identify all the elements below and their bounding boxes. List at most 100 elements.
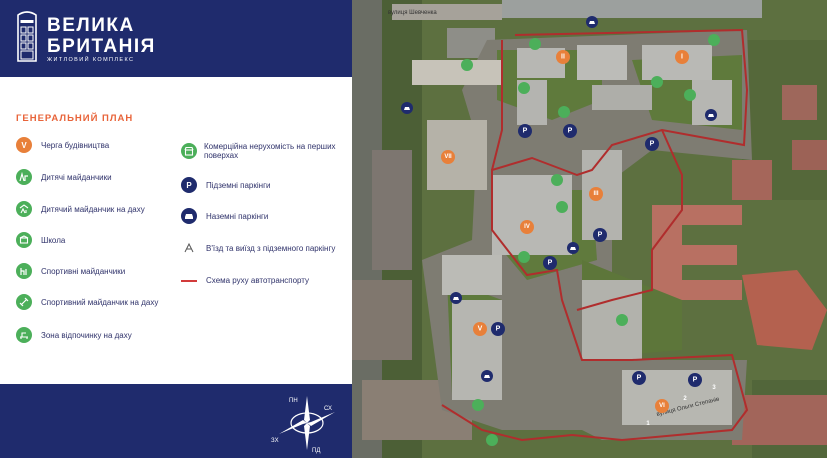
- svg-text:P: P: [548, 260, 553, 267]
- legend-label: Дитячий майданчик на даху: [41, 204, 145, 214]
- sport-marker[interactable]: [486, 434, 498, 446]
- parking-marker[interactable]: P: [563, 124, 577, 138]
- sport-marker[interactable]: [684, 89, 696, 101]
- legend-label: В'їзд та виїзд з підземного паркінгу: [206, 243, 336, 253]
- queue-marker-IV[interactable]: IV: [520, 220, 534, 234]
- legend-label: Школа: [41, 235, 66, 245]
- brand-title: ВЕЛИКА БРИТАНІЯ: [47, 15, 156, 57]
- roof-playground-icon: [16, 201, 32, 217]
- parking-marker[interactable]: P: [593, 228, 607, 242]
- brand-title-line2: БРИТАНІЯ: [47, 36, 156, 57]
- svg-text:I: I: [681, 54, 683, 61]
- compass-w: ЗХ: [271, 438, 279, 444]
- legend-label: Спортивний майданчик на даху: [41, 297, 159, 307]
- brand-header: ВЕЛИКА БРИТАНІЯ ЖИТЛОВИЙ КОМПЛЕКС: [0, 0, 352, 77]
- legend-label: Наземні паркінги: [206, 211, 269, 221]
- playground-icon: [16, 169, 32, 185]
- legend-item-sport: Спортивні майданчики: [16, 263, 125, 279]
- route-line-icon: [181, 279, 197, 282]
- street-label-top: вулиця Шевченка: [388, 10, 437, 16]
- parking-marker[interactable]: P: [543, 256, 557, 270]
- parking-marker[interactable]: P: [518, 124, 532, 138]
- legend-label: Комерційна нерухомість на перших поверха…: [204, 142, 336, 160]
- brand-title-line1: ВЕЛИКА: [47, 15, 135, 36]
- site-plan-map[interactable]: вулиця Шевченка вулиця Ольги Степанів II…: [352, 0, 827, 458]
- legend-label: Схема руху автотранспорту: [206, 276, 310, 285]
- playground-marker[interactable]: [529, 38, 541, 50]
- queue-marker-icon: V: [16, 137, 32, 153]
- queue-marker-III[interactable]: III: [589, 187, 603, 201]
- compass-rose-icon: ПН СХ ЗХ ПД: [271, 396, 335, 454]
- sport-icon: [16, 263, 32, 279]
- sport-marker[interactable]: [556, 201, 568, 213]
- queue-marker-VI[interactable]: VI: [655, 399, 669, 413]
- legend-label: Спортивні майданчики: [41, 266, 126, 276]
- playground-marker[interactable]: [708, 34, 720, 46]
- legend-title: ГЕНЕРАЛЬНИЙ ПЛАН: [16, 113, 134, 124]
- car-icon: [181, 208, 197, 224]
- svg-text:V: V: [478, 326, 483, 333]
- queue-marker-II[interactable]: II: [556, 50, 570, 64]
- car-marker[interactable]: [567, 242, 579, 254]
- roof-sport-icon: [16, 294, 32, 310]
- legend-label: Дитячі майданчики: [41, 172, 112, 182]
- brand-subtitle: ЖИТЛОВИЙ КОМПЛЕКС: [47, 57, 135, 63]
- legend-label: Зона відпочинку на даху: [41, 330, 132, 340]
- school-icon: [16, 232, 32, 248]
- compass-e: СХ: [324, 406, 332, 412]
- svg-text:P: P: [637, 375, 642, 382]
- legend-item-playground: Дитячі майданчики: [16, 169, 112, 185]
- phone-booth-icon: [17, 11, 37, 62]
- car-marker[interactable]: [450, 292, 462, 304]
- commercial-icon: [181, 143, 197, 159]
- legend-item-traffic-route: Схема руху автотранспорту: [181, 276, 309, 285]
- car-marker[interactable]: [586, 16, 598, 28]
- roof-rest-icon: [16, 327, 32, 343]
- svg-text:P: P: [496, 326, 501, 333]
- commercial-marker[interactable]: [616, 314, 628, 326]
- parking-marker[interactable]: P: [645, 137, 659, 151]
- svg-text:P: P: [650, 141, 655, 148]
- roof-sport-marker[interactable]: [472, 399, 484, 411]
- car-marker[interactable]: [705, 109, 717, 121]
- queue-marker-V[interactable]: V: [473, 322, 487, 336]
- playground-marker[interactable]: [651, 76, 663, 88]
- sport-marker[interactable]: [558, 106, 570, 118]
- svg-text:IV: IV: [524, 224, 530, 230]
- commercial-marker[interactable]: [518, 251, 530, 263]
- legend-item-roof-sport: Спортивний майданчик на даху: [16, 294, 158, 310]
- legend-item-school: Школа: [16, 232, 65, 248]
- compass-n: ПН: [289, 398, 298, 404]
- svg-text:II: II: [561, 54, 565, 61]
- legend-item-commercial: Комерційна нерухомість на перших поверха…: [181, 142, 349, 160]
- parking-marker[interactable]: P: [632, 371, 646, 385]
- compass-s: ПД: [312, 448, 320, 454]
- playground-marker[interactable]: [461, 59, 473, 71]
- legend-item-underground-parking: P Підземні паркінги: [181, 177, 270, 193]
- svg-text:P: P: [568, 128, 573, 135]
- svg-text:P: P: [598, 232, 603, 239]
- legend-item-roof-playground: Дитячий майданчик на даху: [16, 201, 145, 217]
- legend-sidebar: ВЕЛИКА БРИТАНІЯ ЖИТЛОВИЙ КОМПЛЕКС ГЕНЕРА…: [0, 0, 352, 458]
- sport-marker[interactable]: [518, 82, 530, 94]
- svg-text:VI: VI: [659, 403, 665, 409]
- svg-text:P: P: [693, 377, 698, 384]
- legend-item-roof-rest: Зона відпочинку на даху: [16, 327, 132, 343]
- queue-marker-VII[interactable]: VII: [441, 150, 455, 164]
- svg-text:P: P: [523, 128, 528, 135]
- svg-text:VII: VII: [444, 154, 452, 160]
- legend-item-parking-entry: В'їзд та виїзд з підземного паркінгу: [181, 240, 335, 256]
- legend-item-queue: V Черга будівництва: [16, 137, 109, 153]
- legend-label: Черга будівництва: [41, 140, 110, 150]
- parking-icon: P: [181, 177, 197, 193]
- queue-marker-I[interactable]: I: [675, 50, 689, 64]
- car-marker[interactable]: [481, 370, 493, 382]
- parking-marker[interactable]: P: [688, 373, 702, 387]
- legend-label: Підземні паркінги: [206, 180, 271, 190]
- school-marker[interactable]: [551, 174, 563, 186]
- parking-marker[interactable]: P: [491, 322, 505, 336]
- entry-arrows-icon: [181, 240, 197, 256]
- car-marker[interactable]: [401, 102, 413, 114]
- legend-item-ground-parking: Наземні паркінги: [181, 208, 268, 224]
- svg-text:III: III: [593, 191, 598, 197]
